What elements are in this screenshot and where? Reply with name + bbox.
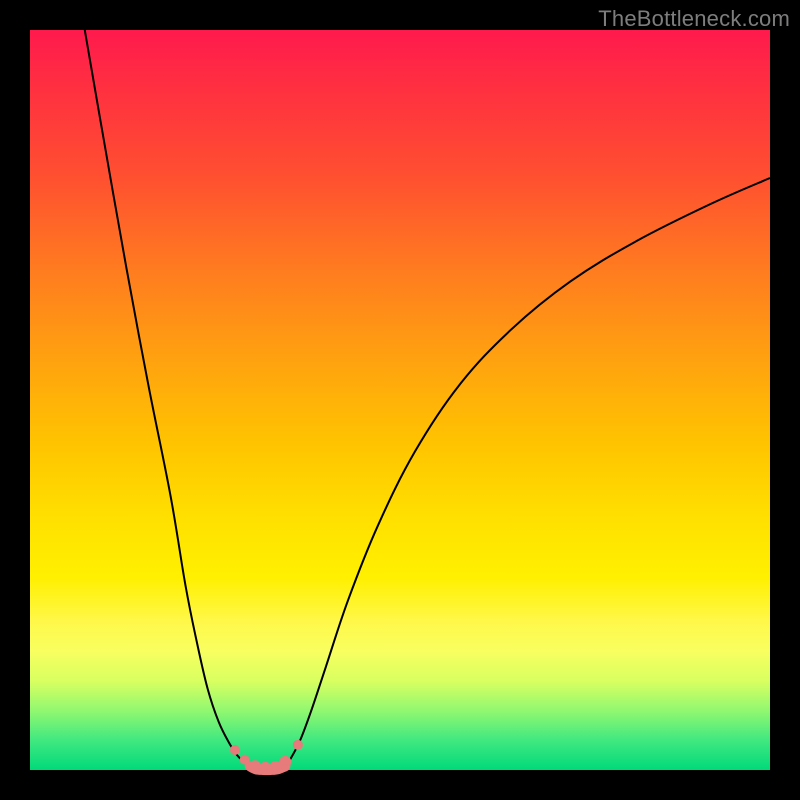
valley-marker xyxy=(230,745,240,755)
valley-marker xyxy=(240,755,250,765)
valley-marker xyxy=(259,762,271,774)
curve-right-branch xyxy=(285,178,770,766)
curve-left-branch xyxy=(85,30,250,766)
valley-marker xyxy=(279,756,291,768)
watermark-text: TheBottleneck.com xyxy=(598,6,790,32)
valley-marker xyxy=(293,740,303,750)
valley-marker xyxy=(249,760,261,772)
bottleneck-chart xyxy=(0,0,800,800)
